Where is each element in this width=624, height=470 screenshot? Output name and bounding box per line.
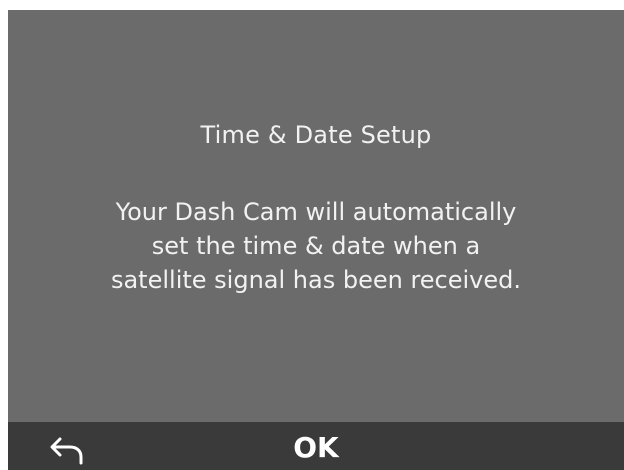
dialog-title: Time & Date Setup xyxy=(200,121,432,149)
dialog-message: Your Dash Cam will automatically set the… xyxy=(36,195,596,297)
message-line: Your Dash Cam will automatically xyxy=(115,198,517,226)
dash-cam-screen: Time & Date Setup Your Dash Cam will aut… xyxy=(8,10,624,470)
back-arrow-icon xyxy=(50,437,83,465)
message-line: set the time & date when a xyxy=(151,232,481,260)
message-line: satellite signal has been received. xyxy=(110,266,522,294)
ok-button[interactable]: OK xyxy=(276,426,356,470)
bottom-bar: OK xyxy=(8,422,624,470)
back-button[interactable] xyxy=(46,432,90,468)
time-date-setup-dialog: Time & Date Setup Your Dash Cam will aut… xyxy=(8,10,624,422)
